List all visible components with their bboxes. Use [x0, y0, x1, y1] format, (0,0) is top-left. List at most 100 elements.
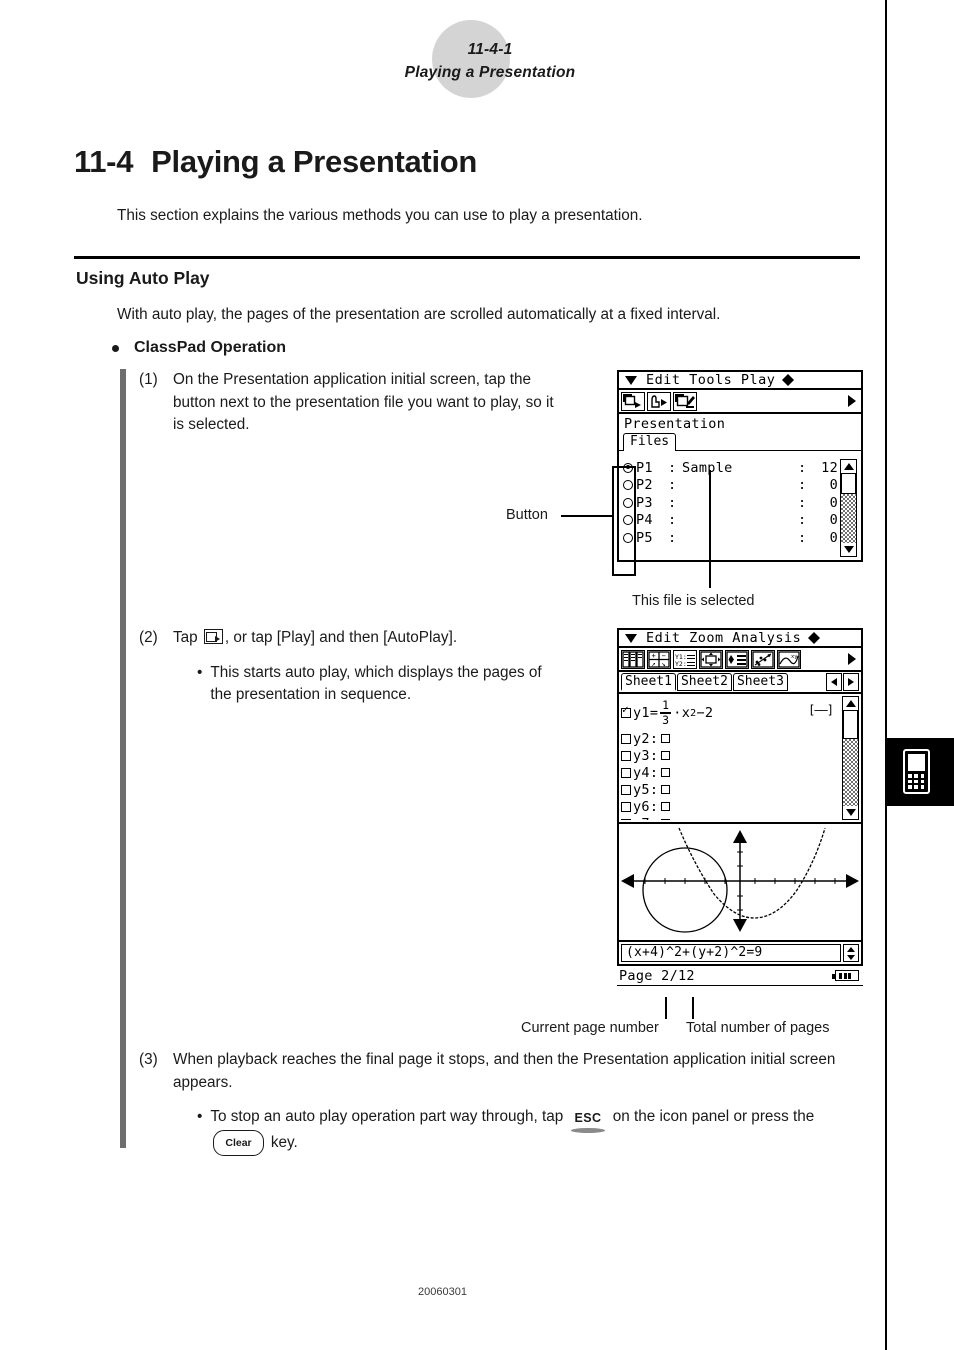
step-3-text: When playback reaches the final page it … [173, 1051, 836, 1091]
calc2-menu-items[interactable]: Edit Zoom Analysis [646, 630, 801, 646]
scroll-up-icon[interactable] [843, 697, 858, 710]
diamond-icon[interactable] [808, 631, 821, 645]
toolbar-more-icon[interactable] [848, 653, 856, 665]
sheet-next-icon[interactable] [843, 673, 859, 691]
tab-sheet1[interactable]: Sheet1 [621, 673, 676, 691]
menu-dropdown-icon[interactable] [625, 633, 638, 643]
checkbox-y6[interactable] [621, 801, 631, 812]
equation-row-y3[interactable]: y3: [621, 747, 840, 764]
checkbox-y1[interactable] [621, 704, 631, 718]
calculator-keys-icon [908, 774, 925, 789]
file-page-count: 0 [829, 512, 838, 529]
equation-row-y6[interactable]: y6: [621, 798, 840, 815]
calc2-scrollbar[interactable] [842, 696, 859, 820]
radio-button-p2[interactable] [623, 480, 633, 491]
equation-row-y4[interactable]: y4: [621, 764, 840, 781]
tab-sheet3[interactable]: Sheet3 [732, 673, 788, 691]
equation-row-y1[interactable]: y1= 1 3 · x2−2 [——] [621, 696, 840, 730]
spinner-down-icon[interactable] [844, 953, 858, 961]
zoom-in-icon[interactable] [725, 649, 749, 669]
step-2-number: (2) [139, 629, 158, 646]
calc2-menubar: Edit Zoom Analysis [617, 628, 863, 648]
radio-button-p4[interactable] [623, 515, 633, 526]
calc1-menu-items[interactable]: Edit Tools Play [646, 372, 775, 388]
calc1-menubar: Edit Tools Play [617, 370, 863, 390]
fraction-one-third: 1 3 [660, 699, 672, 727]
radio-button-p3[interactable] [623, 497, 633, 508]
tab-sheet2[interactable]: Sheet2 [676, 673, 732, 691]
equation-row-y7[interactable]: y7: [621, 815, 840, 820]
svg-text:↘: ↘ [662, 660, 666, 668]
line-style-indicator[interactable]: [——] [808, 703, 834, 717]
presentation-file-row[interactable]: P1: Sample:12 [623, 459, 838, 477]
calc-icon[interactable]: + − ↗ ↘ [647, 649, 671, 669]
manualplay-icon[interactable] [647, 391, 671, 411]
equation-variable: x [681, 705, 691, 721]
file-separator: : [798, 459, 807, 476]
calc1-file-list: P1: Sample:12 P2::0 P3::0 P4::0 P5::0 [623, 459, 857, 557]
calc2-scroll-track[interactable] [843, 710, 858, 806]
menu-dropdown-icon[interactable] [625, 375, 638, 385]
diamond-icon[interactable] [782, 373, 795, 387]
section-divider [74, 256, 860, 259]
table-icon[interactable] [621, 649, 645, 669]
scroll-up-icon[interactable] [841, 460, 856, 473]
file-separator: : [798, 512, 807, 529]
calc2-scroll-thumb[interactable] [843, 710, 858, 739]
tab-files[interactable]: Files [623, 433, 677, 451]
calc2-spinner[interactable] [843, 944, 859, 962]
step-2-text-before: Tap [173, 629, 198, 646]
checkbox-y2[interactable] [621, 733, 631, 744]
y-list-icon[interactable]: Y1: Y2: [673, 649, 697, 669]
subsection-paragraph: With auto play, the pages of the present… [117, 306, 721, 323]
equation-input-box[interactable] [661, 768, 671, 777]
file-slot-name: P5 [636, 529, 653, 546]
sheet-prev-icon[interactable] [826, 673, 842, 691]
calc2-graph-area[interactable] [617, 824, 863, 942]
header-section-code: 11-4-1 [467, 41, 513, 58]
equation-row-y5[interactable]: y5: [621, 781, 840, 798]
calc1-panel: Presentation Files P1: Sample:12 P2::0 P3::… [617, 414, 863, 562]
presentation-file-row[interactable]: P3:: 0 [623, 494, 838, 512]
trace-icon[interactable]: xy [777, 649, 801, 669]
equation-input-box[interactable] [661, 802, 671, 811]
edit-presentation-icon[interactable] [673, 391, 697, 411]
equation-row-y2[interactable]: y2: [621, 730, 840, 747]
file-separator: : [668, 477, 677, 494]
scroll-down-icon[interactable] [841, 543, 856, 556]
radio-button-p5[interactable] [623, 532, 633, 543]
file-page-count: 12 [821, 459, 838, 476]
checkbox-y7[interactable] [621, 818, 631, 820]
scatter-icon[interactable] [751, 649, 775, 669]
step-3-bullet-part3: key. [270, 1133, 298, 1151]
file-separator: : [798, 529, 807, 546]
equation-input-box[interactable] [661, 819, 671, 820]
checkbox-y5[interactable] [621, 784, 631, 795]
equation-input-box[interactable] [661, 734, 671, 743]
calc2-scroll-hatch [843, 738, 858, 806]
step-3-body: When playback reaches the final page it … [173, 1049, 869, 1156]
calc1-scroll-thumb[interactable] [841, 473, 856, 494]
equation-input-box[interactable] [661, 785, 671, 794]
toolbar-more-icon[interactable] [848, 395, 856, 407]
zoom-box-icon[interactable] [699, 649, 723, 669]
calc1-scroll-track[interactable] [841, 473, 856, 543]
calc2-equation-rows: y2:y3:y4:y5:y6:y7: [621, 730, 840, 820]
step-2-bullet-text: This starts auto play, which displays th… [210, 663, 542, 704]
svg-text:+: + [652, 652, 656, 660]
scroll-down-icon[interactable] [843, 806, 858, 819]
calc1-scrollbar[interactable] [840, 459, 857, 557]
presentation-file-row[interactable]: P4:: 0 [623, 512, 838, 530]
checkbox-y4[interactable] [621, 767, 631, 778]
step-2-bullet: • This starts auto play, which displays … [197, 662, 559, 707]
presentation-file-row[interactable]: P5:: 0 [623, 529, 838, 547]
graph-equation-input[interactable]: (x+4)^2+(y+2)^2=9 [621, 944, 841, 962]
annotation-total-pages: Total number of pages [686, 1020, 830, 1036]
autoplay-icon[interactable] [621, 391, 645, 411]
checkbox-y3[interactable] [621, 750, 631, 761]
file-title: Sample [682, 459, 733, 476]
presentation-file-row[interactable]: P2:: 0 [623, 477, 838, 495]
step-1-number: (1) [139, 371, 158, 388]
equation-input-box[interactable] [661, 751, 671, 760]
spinner-up-icon[interactable] [844, 945, 858, 953]
